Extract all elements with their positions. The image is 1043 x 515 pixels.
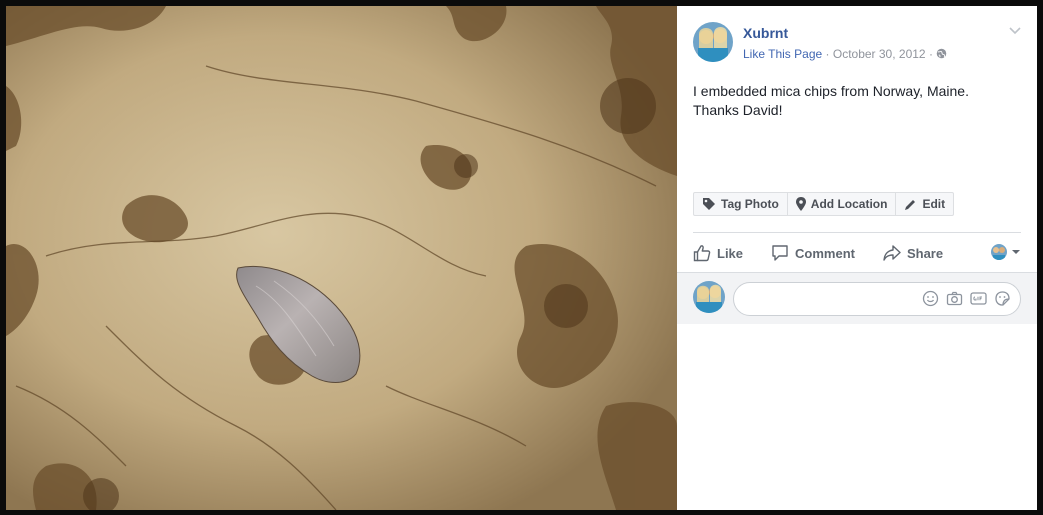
chevron-down-icon[interactable] [1009, 26, 1021, 36]
share-button[interactable]: Share [883, 244, 943, 262]
page-avatar[interactable] [693, 22, 733, 62]
thumbs-up-icon [693, 245, 711, 262]
divider [693, 232, 1021, 233]
photo-viewer: Xubrnt Like This Page · October 30, 2012… [0, 0, 1043, 515]
avatar [693, 281, 725, 313]
like-page-link[interactable]: Like This Page [743, 47, 822, 61]
edit-button[interactable]: Edit [896, 193, 953, 215]
meta-separator-2: · [928, 47, 933, 61]
add-location-button[interactable]: Add Location [788, 193, 897, 215]
photo[interactable] [6, 6, 677, 510]
share-icon [883, 245, 901, 261]
comment-tools [922, 290, 1011, 307]
post-sidebar: Xubrnt Like This Page · October 30, 2012… [677, 6, 1037, 510]
react-as-selector[interactable] [991, 244, 1021, 260]
comment-label: Comment [795, 245, 855, 261]
post-date[interactable]: October 30, 2012 [833, 47, 926, 61]
post-caption: I embedded mica chips from Norway, Maine… [693, 83, 969, 118]
smiley-icon[interactable] [922, 290, 939, 307]
tag-photo-label: Tag Photo [721, 197, 779, 211]
page-name-link[interactable]: Xubrnt [743, 25, 788, 41]
avatar [991, 244, 1007, 260]
comment-button[interactable]: Comment [771, 244, 855, 262]
share-label: Share [906, 245, 944, 261]
edit-label: Edit [922, 197, 946, 211]
camera-icon[interactable] [946, 290, 963, 307]
sticker-icon[interactable] [994, 290, 1011, 307]
globe-icon [937, 48, 947, 59]
comment-composer [677, 272, 1037, 324]
tag-photo-button[interactable]: Tag Photo [694, 193, 788, 215]
add-location-label: Add Location [810, 197, 888, 211]
like-label: Like [717, 245, 744, 261]
gif-icon[interactable] [970, 290, 987, 307]
caret-down-icon [1012, 250, 1020, 254]
like-button[interactable]: Like [693, 244, 743, 262]
reaction-bar: Like Comment Share [693, 238, 1021, 268]
meta-separator: · [825, 47, 830, 61]
pencil-icon [905, 199, 916, 210]
location-pin-icon [795, 197, 806, 211]
post-header: Xubrnt Like This Page · October 30, 2012… [693, 22, 1021, 64]
stone-texture-image [6, 6, 677, 510]
post-meta: Like This Page · October 30, 2012 · [743, 47, 947, 61]
photo-action-bar: Tag Photo Add Location Edit [693, 192, 955, 216]
tag-icon [703, 198, 715, 210]
comment-icon [772, 245, 788, 261]
